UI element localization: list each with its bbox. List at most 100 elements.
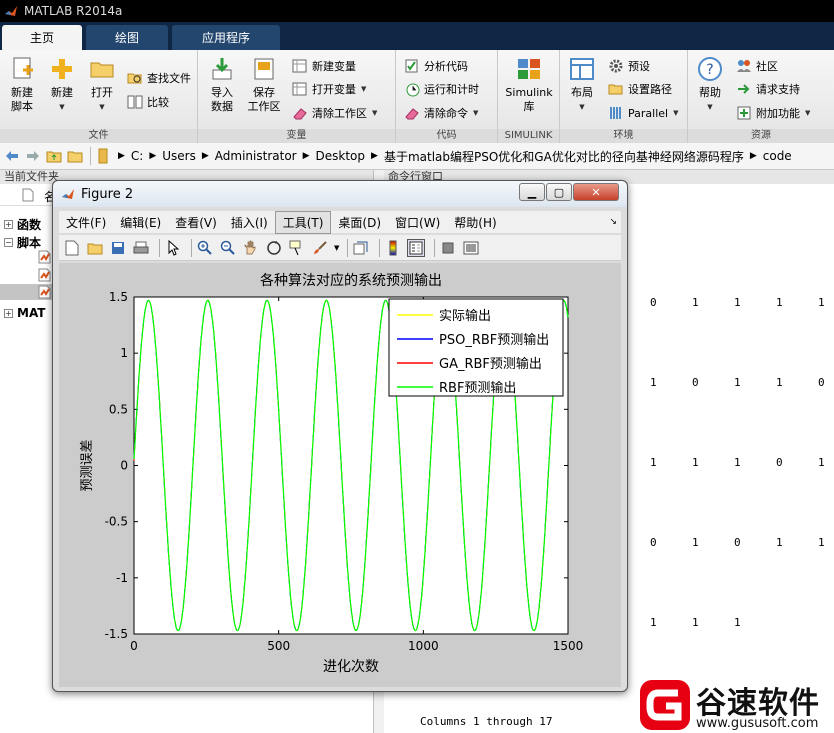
breadcrumb-c[interactable]: C:: [131, 149, 143, 163]
open-button[interactable]: 打开 ▼: [82, 56, 122, 114]
breadcrumb-separator: ▶: [302, 151, 310, 161]
matrix-cell: 1: [734, 376, 741, 389]
menu-window[interactable]: 窗口(W): [388, 212, 447, 233]
addons-icon: [737, 106, 751, 120]
analyze-code-button[interactable]: 分析代码: [404, 56, 468, 76]
tab-home[interactable]: 主页: [2, 25, 82, 50]
browse-folder-icon[interactable]: [66, 147, 84, 165]
clear-workspace-button[interactable]: 清除工作区 ▼: [292, 103, 377, 123]
rotate-3d-icon[interactable]: [265, 239, 283, 257]
set-path-button[interactable]: 设置路径: [608, 79, 672, 99]
simulink-group: Simulink 库 SIMULINK: [498, 50, 560, 143]
chevron-down-icon: ▼: [99, 103, 105, 111]
clear-commands-button[interactable]: 清除命令 ▼: [404, 103, 478, 123]
figure-toolbar: ▼: [59, 235, 621, 261]
legend-toggle-icon[interactable]: [407, 238, 426, 257]
breadcrumb-administrator[interactable]: Administrator: [215, 149, 297, 163]
matlab-script-icon[interactable]: [38, 250, 52, 264]
zoom-in-icon[interactable]: [196, 239, 214, 257]
help-button[interactable]: ? 帮助 ▼: [690, 56, 730, 114]
y-tick-label: -1.5: [105, 627, 128, 641]
save-workspace-button[interactable]: 保存 工作区: [244, 56, 284, 114]
menu-file[interactable]: 文件(F): [59, 212, 113, 233]
menu-edit[interactable]: 编辑(E): [113, 212, 168, 233]
minimize-button[interactable]: ▁: [519, 183, 545, 201]
colorbar-icon[interactable]: [384, 239, 402, 257]
matlab-script-icon[interactable]: [38, 268, 52, 282]
addons-button[interactable]: 附加功能 ▼: [736, 103, 810, 123]
menu-insert[interactable]: 插入(I): [224, 212, 275, 233]
data-cursor-icon[interactable]: [288, 239, 306, 257]
tab-plots[interactable]: 绘图: [86, 25, 168, 50]
new-script-button[interactable]: 新建 脚本: [2, 56, 42, 114]
find-files-button[interactable]: 查找文件: [127, 68, 191, 88]
layout-button[interactable]: 布局 ▼: [562, 56, 602, 114]
preferences-button[interactable]: 预设: [608, 56, 650, 76]
matrix-cell: 1: [776, 376, 783, 389]
breadcrumb-project[interactable]: 基于matlab编程PSO优化和GA优化对比的径向基神经网络源码程序: [384, 148, 744, 165]
back-arrow-icon[interactable]: [3, 147, 21, 165]
environment-group-label: 环境: [560, 129, 687, 143]
up-folder-icon[interactable]: [45, 147, 63, 165]
eraser-icon: [405, 108, 419, 120]
pointer-icon[interactable]: [164, 239, 182, 257]
run-and-time-button[interactable]: 运行和计时: [404, 79, 479, 99]
menu-help[interactable]: 帮助(H): [447, 212, 503, 233]
tree-node-label: MAT: [17, 306, 46, 320]
community-button[interactable]: 社区: [736, 56, 778, 76]
parallel-button[interactable]: Parallel ▼: [608, 103, 678, 123]
open-file-icon[interactable]: [86, 239, 104, 257]
save-icon[interactable]: [109, 239, 127, 257]
maximize-button[interactable]: ▢: [546, 183, 572, 201]
compare-button[interactable]: 比较: [127, 92, 169, 112]
menu-tools[interactable]: 工具(T): [274, 210, 332, 234]
new-figure-icon[interactable]: [63, 239, 81, 257]
menu-desktop[interactable]: 桌面(D): [331, 212, 388, 233]
forward-arrow-icon[interactable]: [24, 147, 42, 165]
chevron-down-icon[interactable]: ▼: [334, 244, 339, 252]
pan-hand-icon[interactable]: [242, 239, 260, 257]
watermark-url: www.gususoft.com: [696, 716, 819, 731]
analyze-code-label: 分析代码: [424, 60, 468, 73]
collapse-icon[interactable]: −: [4, 238, 13, 247]
find-files-label: 查找文件: [147, 72, 191, 85]
legend-entry: PSO_RBF预测输出: [439, 332, 549, 348]
close-icon: ✕: [591, 185, 601, 199]
tree-node-functions[interactable]: + 函数: [4, 216, 41, 233]
show-plot-tools-icon[interactable]: [462, 239, 480, 257]
tree-node-mat[interactable]: + MAT: [4, 306, 45, 320]
dock-arrow-icon[interactable]: ↘: [609, 217, 617, 227]
tab-apps[interactable]: 应用程序: [172, 25, 280, 50]
new-button[interactable]: 新建 ▼: [42, 56, 82, 114]
close-button[interactable]: ✕: [573, 183, 619, 201]
expand-icon[interactable]: +: [4, 308, 13, 318]
code-group-label: 代码: [396, 129, 497, 143]
y-tick-label: -1: [116, 571, 128, 585]
new-variable-button[interactable]: 新建变量: [292, 56, 356, 76]
breadcrumb-code[interactable]: code: [763, 149, 792, 163]
breadcrumb-users[interactable]: Users: [162, 149, 196, 163]
new-variable-label: 新建变量: [312, 60, 356, 73]
matrix-cell: 1: [692, 456, 699, 469]
chevron-down-icon: ▼: [673, 109, 679, 117]
brush-icon[interactable]: [311, 239, 329, 257]
zoom-out-icon[interactable]: [219, 239, 237, 257]
tree-node-scripts[interactable]: − 脚本: [4, 234, 41, 251]
import-data-button[interactable]: 导入 数据: [202, 56, 242, 114]
request-support-button[interactable]: 请求支持: [736, 79, 800, 99]
drive-folder-icon: [94, 147, 112, 165]
y-axis-label: 预测误差: [80, 439, 95, 491]
figure-menu-bar: 文件(F) 编辑(E) 查看(V) 插入(I) 工具(T) 桌面(D) 窗口(W…: [59, 210, 621, 234]
print-icon[interactable]: [132, 239, 150, 257]
hide-plot-tools-icon[interactable]: [439, 239, 457, 257]
expand-icon[interactable]: +: [4, 220, 13, 229]
selected-file-row[interactable]: [0, 284, 52, 300]
link-plot-icon[interactable]: [352, 239, 370, 257]
simulink-library-button[interactable]: Simulink 库: [502, 56, 556, 114]
open-variable-button[interactable]: 打开变量 ▼: [292, 79, 366, 99]
file-group: 新建 脚本 新建 ▼ 打开 ▼ 查找文件 比较 文件: [0, 50, 198, 143]
import-icon: [212, 58, 232, 80]
svg-text:?: ?: [706, 62, 713, 78]
menu-view[interactable]: 查看(V): [168, 212, 224, 233]
breadcrumb-desktop[interactable]: Desktop: [316, 149, 366, 163]
